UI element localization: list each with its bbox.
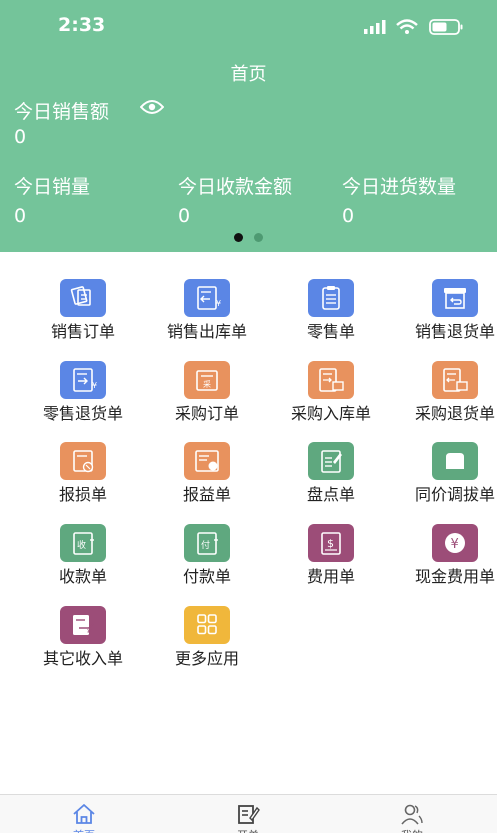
grid-item[interactable]: 付付款单 (145, 524, 269, 604)
svg-text:¥: ¥ (216, 299, 221, 308)
clipboard-icon (308, 279, 354, 317)
grid-item[interactable]: ¥ 零售退货单 (21, 361, 145, 441)
doc-in-box-icon (308, 361, 354, 399)
page-title: 首页 (230, 64, 267, 85)
header: 2:33 首页 今日销售额 0 今日销量 0 今日收款金额 0 今日进货数量 0 (0, 0, 497, 252)
tab-home[interactable]: 首页 (34, 795, 134, 833)
receipt-doc-icon: 收 (60, 524, 106, 562)
stat-label: 今日销量 (14, 176, 91, 198)
carousel-dot[interactable] (254, 233, 263, 242)
grid-item-label: 其它收入单 (42, 649, 123, 668)
stat-today-collection: 今日收款金额 0 (178, 172, 292, 227)
grid-item-label: 更多应用 (174, 649, 239, 668)
grid-item-label: 采购订单 (174, 404, 239, 423)
grid-item[interactable]: 收收款单 (21, 524, 145, 604)
other-income-icon: ¥ (60, 606, 106, 644)
grid-item[interactable]: ¥ 其它收入单 (21, 606, 145, 686)
grid-item-label: 付款单 (182, 567, 231, 586)
grid-item-label: 盘点单 (306, 485, 355, 504)
grid-item-label: 同价调拔单 (414, 485, 495, 504)
signal-wifi-battery-icon (364, 19, 463, 35)
expense-dollar-icon: $ (308, 524, 354, 562)
grid-item-label: 采购退货单 (414, 404, 495, 423)
stat-today-purchase-qty: 今日进货数量 0 (342, 172, 456, 227)
grid-item-label: 报益单 (182, 485, 231, 504)
doc-out-yen-icon: ¥ (184, 279, 230, 317)
grid-item-label: 销售退货单 (414, 322, 495, 341)
eye-icon[interactable] (139, 98, 165, 116)
stat-value: 0 (178, 205, 191, 227)
grid-item-label: 收款单 (58, 567, 107, 586)
status-icons (364, 17, 464, 37)
svg-text:收: 收 (77, 539, 86, 551)
grid-item[interactable]: 销售订单 (21, 279, 145, 359)
stat-today-volume: 今日销量 0 (14, 172, 90, 227)
grid-item[interactable]: 销售退货单 (393, 279, 497, 359)
user-icon (401, 804, 423, 825)
grid-item[interactable]: 零售单 (269, 279, 393, 359)
return-box-icon (432, 279, 478, 317)
stat-value: 0 (342, 205, 355, 227)
today-sales-value: 0 (14, 126, 27, 148)
edit-doc-icon (238, 805, 260, 824)
grid-item[interactable]: 报益单 (145, 442, 269, 522)
tab-bar: 首页 开单 我的 (0, 794, 497, 833)
svg-text:付: 付 (201, 540, 210, 551)
purchase-order-icon: 采 (184, 361, 230, 399)
stat-label: 今日收款金额 (178, 176, 293, 198)
grid-item[interactable]: 报损单 (21, 442, 145, 522)
stat-value: 0 (14, 205, 27, 227)
apps-grid-icon (184, 606, 230, 644)
carousel-dots[interactable] (232, 233, 266, 242)
doc-return-yen-icon: ¥ (60, 361, 106, 399)
grid-item[interactable]: 更多应用 (145, 606, 269, 686)
stat-label: 今日进货数量 (342, 176, 457, 198)
grid-item-label: 采购入库单 (290, 404, 371, 423)
grid-item[interactable]: 同价调拔单 (393, 442, 497, 522)
grid-item[interactable]: ¥ 现金费用单 (393, 524, 497, 604)
svg-text:¥: ¥ (451, 537, 459, 552)
tab-create-order[interactable]: 开单 (198, 795, 298, 833)
grid-item-label: 销售出库单 (166, 322, 247, 341)
tab-label: 开单 (198, 827, 298, 833)
payment-doc-icon: 付 (184, 524, 230, 562)
today-sales-label: 今日销售额 (14, 101, 110, 123)
grid-item-label: 零售退货单 (42, 404, 123, 423)
status-time: 2:33 (58, 14, 106, 36)
inventory-check-icon (308, 442, 354, 480)
grid-item[interactable]: $ 费用单 (269, 524, 393, 604)
grid-item[interactable]: 采采购订单 (145, 361, 269, 441)
svg-text:¥: ¥ (92, 381, 97, 390)
cash-yen-icon: ¥ (432, 524, 478, 562)
grid-item[interactable]: ¥ 销售出库单 (145, 279, 269, 359)
grid-item-label: 报损单 (58, 485, 107, 504)
svg-text:$: $ (327, 537, 334, 550)
svg-text:采: 采 (203, 379, 211, 389)
grid-item[interactable]: 采购退货单 (393, 361, 497, 441)
gain-doc-icon (184, 442, 230, 480)
grid-item[interactable]: 采购入库单 (269, 361, 393, 441)
home-icon (73, 804, 95, 824)
tab-label: 我的 (362, 827, 462, 833)
svg-text:¥: ¥ (87, 628, 92, 637)
transfer-box-icon (432, 442, 478, 480)
tab-mine[interactable]: 我的 (362, 795, 462, 833)
loss-doc-icon (60, 442, 106, 480)
tab-label: 首页 (34, 827, 134, 833)
grid-item[interactable]: 盘点单 (269, 442, 393, 522)
documents-icon (60, 279, 106, 317)
grid-item-label: 销售订单 (50, 322, 115, 341)
carousel-dot-active[interactable] (234, 233, 243, 242)
grid-item-label: 费用单 (306, 567, 355, 586)
grid-item-label: 现金费用单 (414, 567, 495, 586)
grid-item-label: 零售单 (306, 322, 355, 341)
doc-return-box-icon (432, 361, 478, 399)
